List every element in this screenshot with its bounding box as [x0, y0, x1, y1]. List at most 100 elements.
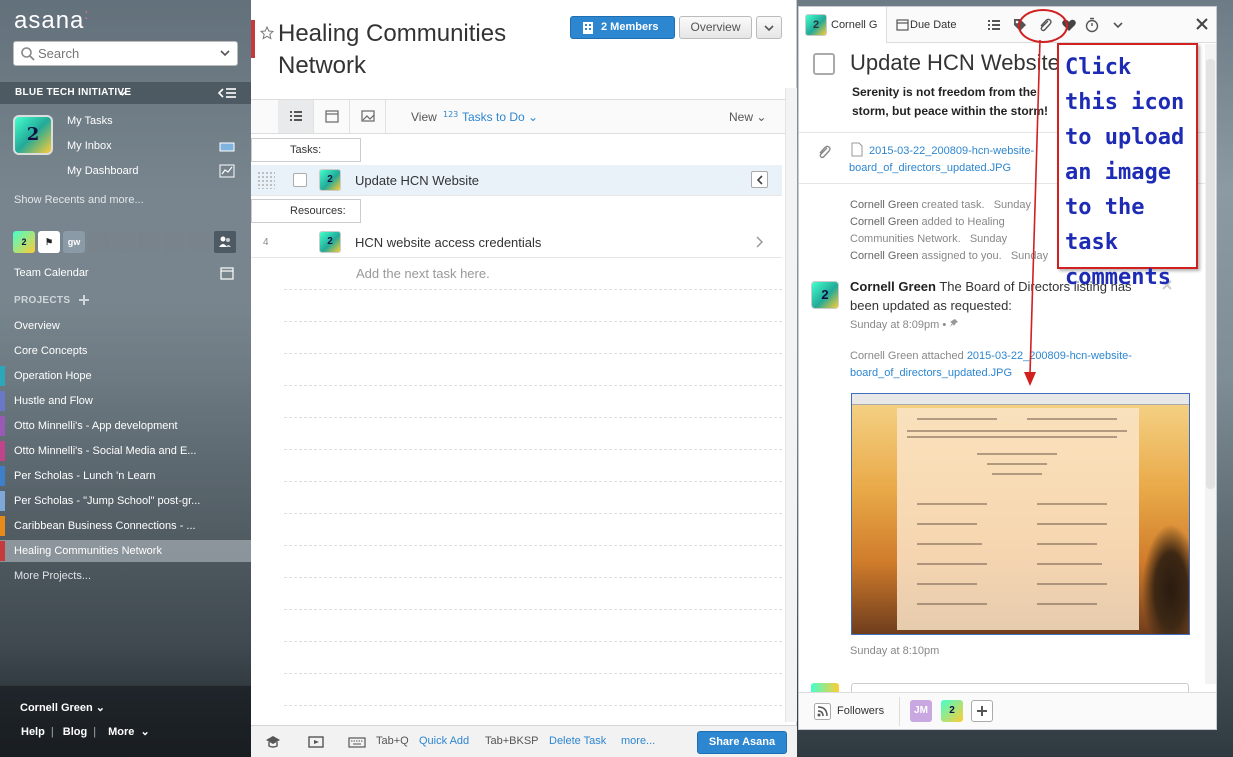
search-box[interactable] [13, 41, 238, 66]
subtask-count: 4 [263, 237, 269, 248]
project-actions-button[interactable] [756, 16, 782, 39]
section-header-resources[interactable]: Resources: [251, 199, 361, 223]
project-label: Otto Minnelli's - App development [14, 420, 178, 432]
sidebar-project-item[interactable]: Per Scholas - Lunch 'n Learn [0, 465, 251, 487]
follower-avatar[interactable]: 2 [941, 700, 963, 722]
task-checkbox[interactable] [293, 173, 307, 187]
sidebar-project-item[interactable]: Core Concepts [0, 340, 251, 362]
team-member-avatar[interactable]: ⚑ [38, 231, 60, 253]
team-member-avatar[interactable]: gw [63, 231, 85, 253]
org-switcher[interactable]: BLUE TECH INITIATIVE [0, 82, 251, 104]
chevron-down-icon[interactable] [217, 45, 233, 61]
add-follower-button[interactable] [971, 700, 993, 722]
attachment-thumbnail[interactable] [851, 393, 1190, 635]
follower-avatar[interactable]: JM [910, 700, 932, 722]
assignee-avatar[interactable]: 2 [319, 169, 341, 191]
add-task-input[interactable]: Add the next task here. [356, 266, 490, 281]
collapse-details-button[interactable] [751, 171, 768, 188]
blog-link[interactable]: Blog [63, 726, 87, 738]
empty-row [284, 513, 782, 514]
files-view-button[interactable] [350, 100, 386, 133]
sidebar-project-item[interactable]: Otto Minnelli's - App development [0, 415, 251, 437]
user-menu[interactable]: Cornell Green ⌄ [20, 701, 105, 714]
timer-icon[interactable] [1084, 17, 1100, 33]
assignee-avatar[interactable]: 2 [319, 231, 341, 253]
comment-author[interactable]: Cornell Green [850, 279, 936, 294]
project-color-stripe [0, 441, 5, 461]
sidebar-item-my-inbox[interactable]: My Inbox [67, 140, 112, 152]
empty-row [284, 417, 782, 418]
activity-item: Cornell Green created task. Sunday [850, 199, 1032, 211]
scrollbar[interactable] [1205, 44, 1216, 684]
assignee-field[interactable]: 2 Cornell G [799, 7, 887, 43]
team-members-row: 2 ⚑ gw [13, 231, 236, 253]
section-header-tasks[interactable]: Tasks: [251, 138, 361, 162]
shortcut-bar: Tab+Q Quick Add Tab+BKSP Delete Task mor… [251, 725, 797, 757]
scrollbar-thumb[interactable] [1206, 59, 1215, 489]
project-label: Overview [14, 320, 60, 332]
calendar-view-button[interactable] [314, 100, 350, 133]
new-button[interactable]: New ⌄ [729, 110, 766, 124]
sidebar-project-item[interactable]: Caribbean Business Connections - ... [0, 515, 251, 537]
org-name[interactable]: BLUE TECH INITIATIVE [15, 87, 131, 98]
star-icon[interactable] [260, 26, 274, 40]
chevron-right-icon[interactable] [754, 236, 764, 248]
collapse-sidebar-icon[interactable] [217, 86, 237, 100]
more-menu[interactable]: More ⌄ [105, 726, 150, 738]
search-input[interactable] [38, 45, 208, 62]
team-members-button[interactable] [214, 231, 236, 253]
video-icon[interactable] [308, 734, 324, 750]
sidebar-item-my-dashboard[interactable]: My Dashboard [67, 165, 139, 177]
more-projects-link[interactable]: More Projects... [14, 570, 91, 582]
list-view-button[interactable] [278, 100, 314, 133]
sidebar-project-item[interactable]: Operation Hope [0, 365, 251, 387]
overview-button[interactable]: Overview [679, 16, 752, 39]
task-row-selected[interactable]: 2 Update HCN Website [251, 165, 782, 196]
due-date-field[interactable]: Due Date [894, 19, 956, 31]
rss-icon[interactable] [814, 703, 831, 720]
members-button[interactable]: 2 Members [570, 16, 675, 39]
user-avatar[interactable]: 2 [13, 115, 53, 155]
chevron-down-icon[interactable] [1110, 17, 1126, 33]
pin-icon[interactable] [949, 318, 959, 328]
sidebar-project-item[interactable]: Overview [0, 315, 251, 337]
team-calendar-link[interactable]: Team Calendar [14, 267, 89, 279]
project-label: Healing Communities Network [14, 545, 162, 557]
delete-task-link[interactable]: Delete Task [549, 735, 606, 747]
subtasks-icon[interactable] [986, 17, 1002, 33]
empty-row [284, 705, 782, 706]
asana-logo[interactable]: asana: [14, 6, 89, 35]
team-member-avatar[interactable]: 2 [13, 231, 35, 253]
task-name[interactable]: Update HCN Website [355, 173, 479, 188]
commenter-avatar[interactable]: 2 [811, 281, 839, 309]
project-label: Per Scholas - "Jump School" post-gr... [14, 495, 201, 507]
close-icon[interactable] [1195, 17, 1209, 31]
project-title[interactable]: Healing Communities Network [278, 18, 558, 82]
calendar-icon[interactable] [219, 266, 235, 280]
sort-icon: 123 [443, 110, 458, 119]
list-icon [290, 111, 302, 121]
project-color-stripe [0, 541, 5, 561]
add-project-icon[interactable] [78, 294, 90, 306]
followers-label[interactable]: Followers [837, 705, 884, 717]
sidebar-project-item[interactable]: Otto Minnelli's - Social Media and E... [0, 440, 251, 462]
show-recents-link[interactable]: Show Recents and more... [14, 194, 144, 206]
help-link[interactable]: Help [21, 726, 45, 738]
scrollbar[interactable] [785, 88, 797, 722]
view-selector[interactable]: Tasks to Do ⌄ [462, 110, 538, 124]
drag-handle[interactable] [257, 171, 275, 189]
more-shortcuts-link[interactable]: more... [621, 735, 655, 747]
complete-task-checkbox[interactable] [813, 53, 835, 75]
task-name[interactable]: HCN website access credentials [355, 235, 541, 250]
sidebar-project-item-active[interactable]: Healing Communities Network [0, 540, 251, 562]
building-icon [583, 22, 593, 34]
keyboard-icon[interactable] [348, 734, 366, 750]
quick-add-link[interactable]: Quick Add [419, 735, 469, 747]
sidebar-project-item[interactable]: Per Scholas - "Jump School" post-gr... [0, 490, 251, 512]
task-row[interactable]: 4 2 HCN website access credentials [251, 227, 782, 258]
empty-member-slot [113, 231, 135, 253]
sidebar-project-item[interactable]: Hustle and Flow [0, 390, 251, 412]
graduation-cap-icon[interactable] [265, 734, 281, 750]
share-asana-button[interactable]: Share Asana [697, 731, 787, 754]
sidebar-item-my-tasks[interactable]: My Tasks [67, 115, 113, 127]
